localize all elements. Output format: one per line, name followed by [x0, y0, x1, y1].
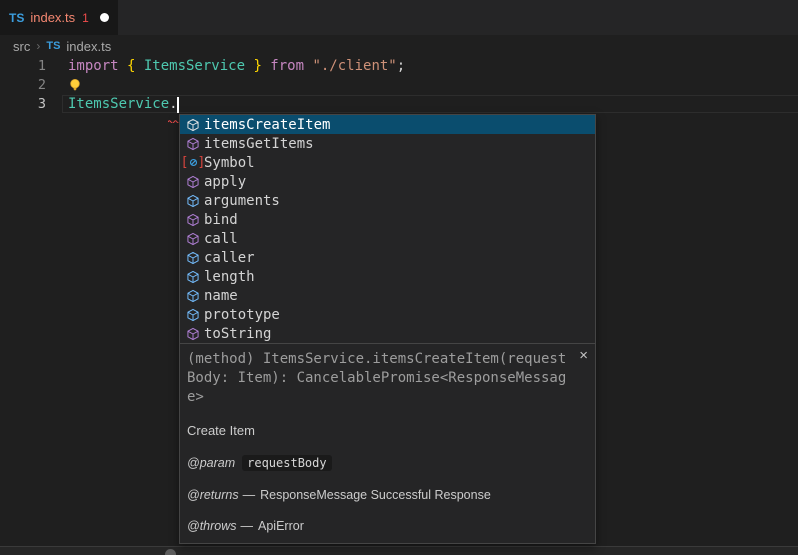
line-number: 1 — [0, 57, 46, 76]
suggestion-label: name — [204, 288, 238, 304]
brace-token: } — [253, 57, 261, 76]
suggestion-label: Symbol — [204, 155, 255, 171]
panel-knob-icon[interactable] — [165, 549, 176, 555]
brace-token: { — [127, 57, 135, 76]
field-icon — [185, 307, 201, 323]
suggestion-item[interactable]: toString — [180, 324, 595, 343]
symbol-icon: [] — [185, 155, 201, 171]
field-icon — [185, 269, 201, 285]
code-line-1: 1 import { ItemsService} from "./client"; — [0, 57, 798, 76]
throws-tag: @throws — [187, 519, 237, 533]
breadcrumb-folder[interactable]: src — [13, 39, 30, 54]
method-icon — [185, 136, 201, 152]
semicolon-token: ; — [397, 57, 405, 76]
suggestion-label: length — [204, 269, 255, 285]
suggestion-label: bind — [204, 212, 238, 228]
suggestion-label: arguments — [204, 193, 280, 209]
line-number: 2 — [0, 76, 46, 95]
suggestion-item[interactable]: itemsCreateItem — [180, 115, 595, 134]
param-name-chip: requestBody — [242, 455, 331, 471]
suggestion-item[interactable]: caller — [180, 248, 595, 267]
suggestion-label: prototype — [204, 307, 280, 323]
suggestion-item[interactable]: [] Symbol — [180, 153, 595, 172]
vscode-editor-window: TS index.ts 1 src › TS index.ts 1 import… — [0, 0, 798, 555]
suggestion-item[interactable]: prototype — [180, 305, 595, 324]
tab-bar: TS index.ts 1 — [0, 0, 798, 35]
suggestion-item[interactable]: name — [180, 286, 595, 305]
intellisense-suggest-widget: itemsCreateItem itemsGetItems [] Symbol … — [179, 114, 596, 544]
suggestion-item[interactable]: call — [180, 229, 595, 248]
method-icon — [185, 117, 201, 133]
suggestion-details-pane: × (method) ItemsService.itemsCreateItem(… — [180, 343, 595, 543]
breadcrumb: src › TS index.ts — [0, 35, 798, 57]
tab-error-count: 1 — [82, 11, 89, 25]
method-icon — [185, 231, 201, 247]
suggestion-label: itemsGetItems — [204, 136, 314, 152]
code-line-content[interactable]: ItemsService. — [46, 95, 178, 114]
tab-title: index.ts — [30, 10, 75, 25]
keyword-token: from — [270, 57, 304, 76]
suggestion-label: toString — [204, 326, 271, 342]
breadcrumb-file[interactable]: index.ts — [66, 39, 111, 54]
line-number: 3 — [0, 95, 46, 114]
suggestion-label: itemsCreateItem — [204, 117, 330, 133]
suggestion-item[interactable]: itemsGetItems — [180, 134, 595, 153]
code-area: 1 import{ItemsService}from"./client"; 2 … — [0, 57, 798, 114]
field-icon — [185, 193, 201, 209]
doc-returns-line: @returns — ResponseMessage Successful Re… — [187, 488, 587, 502]
doc-throws-line: @throws — ApiError — [187, 519, 587, 533]
throws-text: ApiError — [258, 519, 304, 533]
code-line-2: 2 — [0, 76, 798, 95]
dash-separator: — — [241, 519, 254, 533]
tab-index-ts[interactable]: TS index.ts 1 — [0, 0, 118, 35]
modified-dot-icon[interactable] — [100, 13, 109, 22]
typescript-file-icon: TS — [9, 11, 24, 25]
param-tag: @param — [187, 456, 235, 470]
suggestion-label: caller — [204, 250, 255, 266]
suggestion-label: apply — [204, 174, 246, 190]
suggestion-label: call — [204, 231, 238, 247]
method-signature: (method) ItemsService.itemsCreateItem(re… — [187, 350, 571, 407]
suggestion-list: itemsCreateItem itemsGetItems [] Symbol … — [180, 115, 595, 343]
dash-separator: — — [243, 488, 256, 502]
code-line-3: 3 ItemsService. — [0, 95, 798, 114]
method-icon — [185, 326, 201, 342]
string-token: "./client" — [312, 57, 396, 76]
field-icon — [185, 288, 201, 304]
suggestion-item[interactable]: bind — [180, 210, 595, 229]
returns-text: ResponseMessage Successful Response — [260, 488, 491, 502]
typescript-file-icon: TS — [46, 40, 60, 52]
chevron-right-icon: › — [36, 39, 40, 53]
code-line-content[interactable]: import { ItemsService} from "./client"; — [46, 57, 405, 76]
method-icon — [185, 174, 201, 190]
returns-tag: @returns — [187, 488, 239, 502]
doc-param-line: @param requestBody — [187, 455, 587, 471]
identifier-token: ItemsService — [144, 57, 245, 76]
suggestion-item[interactable]: length — [180, 267, 595, 286]
suggestion-item[interactable]: apply — [180, 172, 595, 191]
suggestion-item[interactable]: arguments — [180, 191, 595, 210]
code-line-content[interactable] — [46, 76, 82, 95]
text-cursor — [177, 97, 179, 113]
panel-divider — [0, 546, 798, 555]
method-icon — [185, 212, 201, 228]
field-icon — [185, 250, 201, 266]
doc-summary: Create Item — [187, 423, 587, 438]
close-icon[interactable]: × — [579, 348, 588, 363]
identifier-token: ItemsService — [68, 95, 169, 114]
keyword-token: import — [68, 57, 119, 76]
